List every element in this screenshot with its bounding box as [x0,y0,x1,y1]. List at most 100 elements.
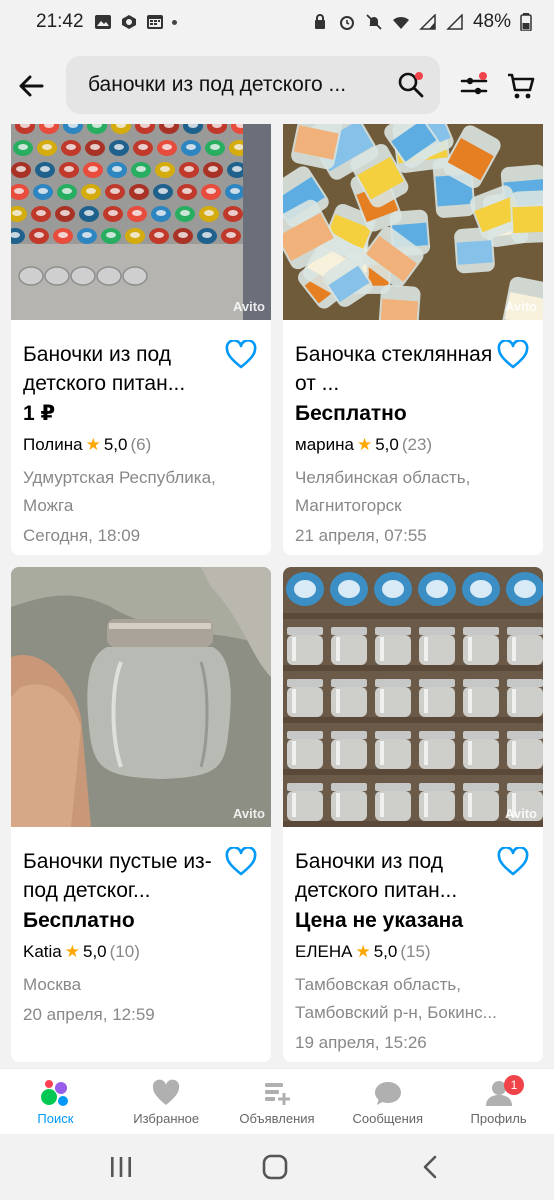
listings-grid: Avito Баночки из под детского питан... 1… [0,124,554,1068]
listing-photo[interactable]: Avito [283,124,543,320]
avito-watermark: Avito [504,299,537,314]
avito-watermark: Avito [232,299,265,314]
listing-title[interactable]: Баночки из под детского питан... [295,847,495,905]
search-dots-icon [41,1080,69,1106]
seller-rating: 5,0 [373,942,398,961]
location-line: Можга [23,496,74,515]
search-header: баночки из под детского ... [0,44,554,126]
battery-percent: 48% [472,11,511,32]
listing-price: 1 ₽ [23,402,56,425]
listing-photo[interactable]: Avito [11,567,271,827]
back-arrow-icon[interactable] [16,70,48,102]
nav-label: Профиль [470,1111,527,1126]
listing-price: Бесплатно [23,909,135,932]
listing-price: Цена не указана [295,909,463,932]
star-icon: ★ [356,435,373,454]
system-navigation-bar [0,1134,554,1200]
listing-title[interactable]: Баночка стеклянная от ... [295,340,495,398]
listing-title[interactable]: Баночки пустые из-под детског... [23,847,223,905]
listing-date: 21 апреля, 07:55 [295,526,427,545]
back-icon[interactable] [416,1154,446,1180]
seller-rating: 5,0 [83,942,107,961]
listing-card[interactable]: Avito Баночки пустые из-под детског... Б… [11,567,271,1062]
signal-icon [419,14,436,30]
star-icon: ★ [355,942,371,961]
review-count: (10) [109,942,140,961]
review-count: (23) [401,435,433,454]
listing-title[interactable]: Баночки из под детского питан... [23,340,223,398]
listing-date: Сегодня, 18:09 [23,526,141,545]
jar-rows-photo [283,567,543,827]
location-line: Тамбовская область, [295,975,461,994]
nav-favorites[interactable]: Избранное [111,1069,222,1134]
nav-profile[interactable]: 1 Профиль [443,1069,554,1134]
add-listing-icon [264,1083,290,1105]
location-line: Магнитогорск [295,496,402,515]
star-icon: ★ [64,942,80,961]
heart-icon[interactable] [497,847,529,877]
location-line: Тамбовский р-н, Бокинс... [295,1003,497,1022]
location-line: Удмуртская Республика, [23,468,216,487]
listing-card[interactable]: Avito Баночки из под детского питан... Ц… [283,567,543,1062]
chat-icon [374,1082,401,1105]
listing-card[interactable]: Avito Баночки из под детского питан... 1… [11,124,271,555]
listing-location: Москва [23,971,259,999]
seller-info: марина ★ 5,0 (23) [295,432,531,458]
calendar-icon [146,15,163,29]
seller-rating: 5,0 [375,435,399,454]
app-icon [121,15,136,29]
nav-label: Избранное [133,1111,200,1126]
seller-rating: 5,0 [103,435,128,454]
location-line: Челябинская область, [295,468,471,487]
filter-icon[interactable] [458,70,490,102]
signal-icon-2 [446,14,463,30]
jar-lids-photo [11,124,271,320]
search-query: баночки из под детского ... [88,73,347,96]
seller-name: ЕЛЕНА [295,942,353,961]
more-notifications-dot [171,19,177,25]
search-input[interactable]: баночки из под детского ... [66,56,440,114]
recent-apps-icon[interactable] [106,1154,136,1180]
listing-date: 20 апреля, 12:59 [23,1005,155,1024]
listing-card[interactable]: Avito Баночка стеклянная от ... Бесплатн… [283,124,543,555]
baby-food-jars-photo [283,124,543,320]
heart-icon[interactable] [225,847,257,877]
nav-label: Поиск [37,1111,74,1126]
status-bar: 21:42 48% [0,0,554,44]
listing-location: Тамбовская область, Тамбовский р-н, Боки… [295,971,531,1027]
gallery-icon [94,15,111,29]
heart-icon[interactable] [497,340,529,370]
notification-badge: 1 [503,1075,524,1095]
lock-icon [314,14,325,29]
nav-messages[interactable]: Сообщения [332,1069,443,1134]
location-line: Москва [23,975,82,994]
alarm-icon [339,16,354,30]
nav-listings[interactable]: Объявления [222,1069,333,1134]
nav-label: Объявления [239,1111,315,1126]
cart-icon[interactable] [505,70,537,102]
nav-search[interactable]: Поиск [0,1069,111,1134]
listing-date: 19 апреля, 15:26 [295,1033,427,1052]
empty-jar-photo [11,567,271,827]
listing-location: Удмуртская Республика, Можга [23,464,259,520]
battery-icon [520,13,532,31]
seller-name: Katia [23,942,62,961]
bottom-navigation: Поиск Избранное Объявления Сообщения 1 П… [0,1068,554,1134]
home-icon[interactable] [260,1154,290,1180]
heart-icon[interactable] [225,340,257,370]
seller-name: Полина [23,435,83,454]
seller-name: марина [295,435,354,454]
star-icon: ★ [85,435,101,454]
listing-location: Челябинская область, Магнитогорск [295,464,531,520]
seller-info: Полина ★ 5,0 (6) [23,432,259,458]
listing-photo[interactable]: Avito [11,124,271,320]
status-time: 21:42 [36,11,84,32]
search-icon[interactable] [396,70,426,100]
seller-info: ЕЛЕНА ★ 5,0 (15) [295,939,531,965]
nav-label: Сообщения [352,1111,424,1126]
wifi-icon [392,16,409,29]
seller-info: Katia ★ 5,0 (10) [23,939,259,965]
listing-photo[interactable]: Avito [283,567,543,827]
review-count: (6) [130,435,152,454]
heart-icon [153,1079,180,1105]
